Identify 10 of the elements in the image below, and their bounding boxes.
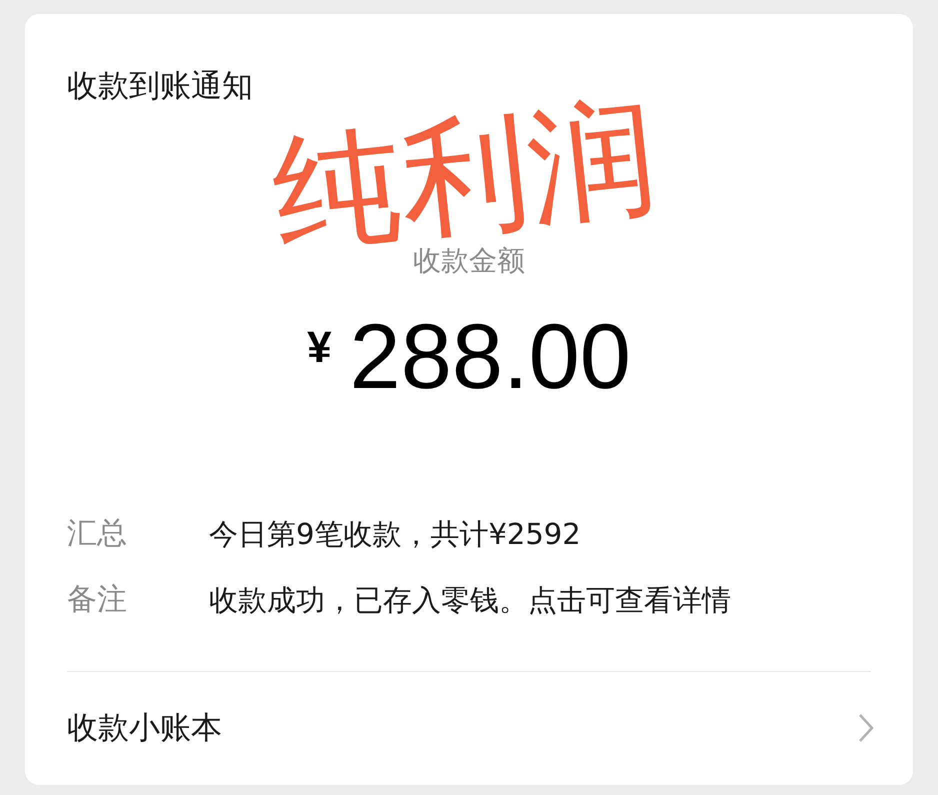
card-title: 收款到账通知 (67, 67, 253, 106)
currency-symbol: ¥ (307, 323, 332, 373)
detail-label: 汇总 (67, 515, 128, 553)
detail-value: 收款成功，已存入零钱。点击可查看详情 (209, 582, 731, 619)
detail-value: 今日第9笔收款，共计¥2592 (209, 516, 581, 553)
amount-value: 288.00 (350, 307, 631, 407)
detail-label: 备注 (67, 581, 128, 619)
chevron-icon (857, 712, 875, 744)
amount-label: 收款金额 (413, 243, 525, 279)
ledger-link[interactable]: 收款小账本 (67, 672, 871, 784)
